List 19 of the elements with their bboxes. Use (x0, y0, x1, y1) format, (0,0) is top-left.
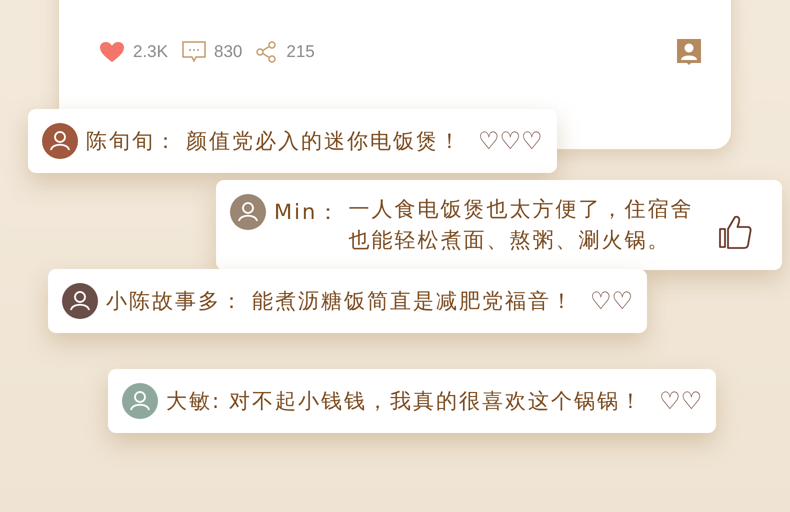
comment-author: Min： (274, 199, 340, 226)
comment-text: 能煮沥糖饭简直是减肥党福音！ (252, 288, 574, 315)
comment-text: 一人食电饭煲也太方便了，住宿舍也能轻松煮面、熬粥、涮火锅。 (348, 196, 694, 254)
comment-text: 颜值党必入的迷你电饭煲！ (186, 128, 462, 155)
comment-author: 大敏: (166, 388, 222, 415)
comment-icon[interactable] (182, 41, 206, 63)
comment-author: 小陈故事多： (106, 288, 244, 315)
stat-count: 830 (214, 42, 242, 62)
comment-author: 陈旬旬： (86, 128, 178, 155)
heart-reactions[interactable]: ♡♡ (590, 287, 634, 315)
thumbs-up-icon[interactable] (718, 214, 752, 250)
profile-icon[interactable] (677, 39, 701, 65)
heart-icon[interactable] (99, 41, 125, 63)
share-icon[interactable] (256, 41, 278, 63)
heart-reactions[interactable]: ♡♡ (659, 387, 702, 415)
heart-reactions[interactable]: ♡♡♡ (478, 127, 543, 155)
stat-count: 2.3K (133, 42, 168, 62)
comment-text: 对不起小钱钱，我真的很喜欢这个锅锅！ (229, 388, 644, 415)
stat-count: 215 (286, 42, 315, 62)
